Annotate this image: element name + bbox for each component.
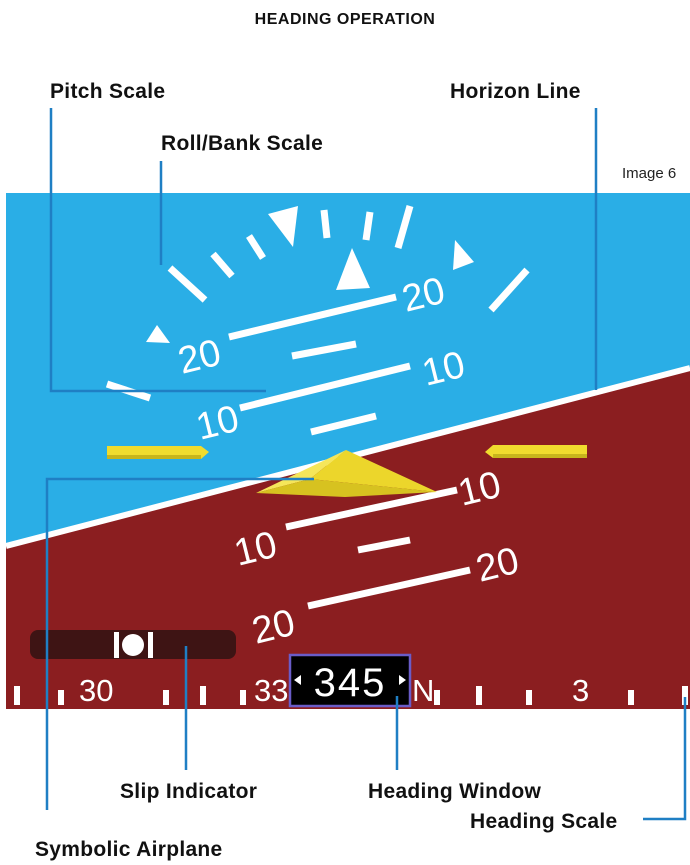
slip-indicator (30, 630, 236, 659)
heading-label-north: N (412, 673, 434, 708)
attitude-display: 20 20 10 10 10 10 20 20 30 33 N 3 345 (6, 193, 690, 709)
image-tag: Image 6 (622, 165, 676, 182)
callout-heading-scale: Heading Scale (470, 810, 617, 833)
diagram-canvas: HEADING OPERATION Image 6 20 20 10 10 10… (6, 11, 690, 861)
callout-symbolic-airplane: Symbolic Airplane (35, 838, 223, 861)
heading-window-value: 345 (314, 661, 387, 705)
slip-ball (122, 634, 144, 656)
bank-tick-10-right (362, 211, 374, 241)
slip-left-mark (114, 632, 119, 658)
diagram-title: HEADING OPERATION (255, 11, 436, 28)
heading-window: 345 (288, 653, 412, 708)
heading-scale-leader (643, 697, 687, 821)
heading-label-30: 30 (79, 673, 113, 708)
slip-right-mark (148, 632, 153, 658)
callout-heading-window: Heading Window (368, 780, 542, 803)
bank-tick-10-left (320, 209, 331, 239)
heading-label-33: 33 (254, 673, 288, 708)
heading-label-3: 3 (572, 673, 589, 708)
callout-roll-bank-scale: Roll/Bank Scale (161, 132, 323, 155)
callout-horizon-line: Horizon Line (450, 80, 581, 103)
callout-pitch-scale: Pitch Scale (50, 80, 165, 103)
callout-slip-indicator: Slip Indicator (120, 780, 257, 803)
